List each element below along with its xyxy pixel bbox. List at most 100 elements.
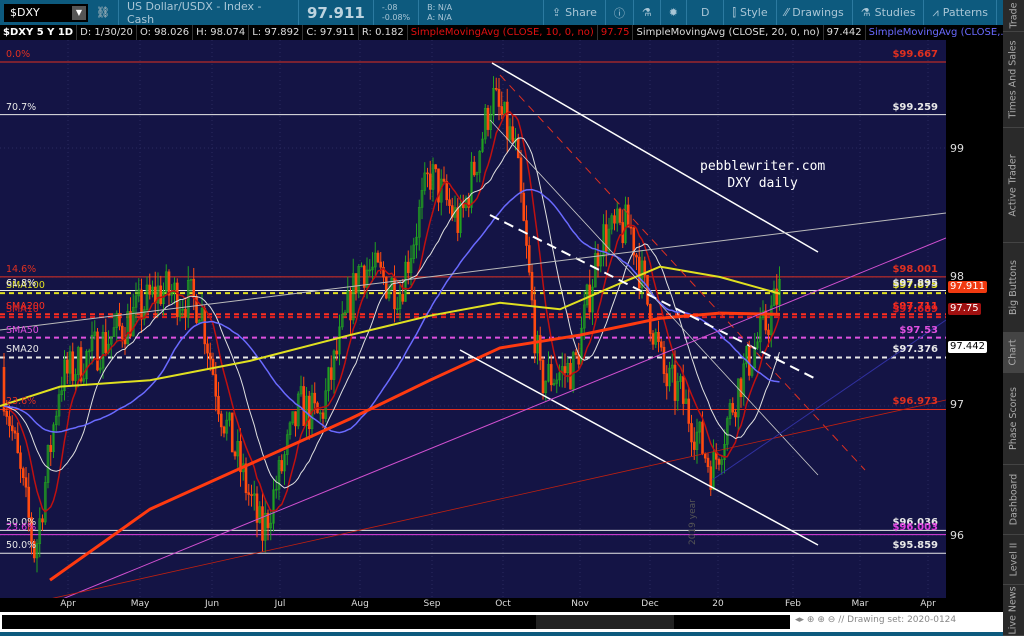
candle-body — [706, 457, 710, 468]
year-label: 2019 year — [688, 499, 698, 545]
candle-body — [703, 453, 707, 459]
zoom-out-icon[interactable]: ⊖ — [828, 615, 836, 625]
tick-97: 97 — [950, 398, 964, 411]
candle-body — [426, 172, 429, 175]
share-label: Share — [565, 6, 597, 19]
candle-body — [307, 395, 311, 430]
sidebar-tab-label: Times And Sales — [1008, 40, 1020, 119]
sma20-study[interactable]: SimpleMovingAvg (CLOSE, 20, 0, no) — [633, 25, 824, 40]
candle-body — [16, 432, 20, 454]
date-label: 20 — [712, 599, 724, 609]
sidebar-tab-big-buttons[interactable]: Big Buttons — [1003, 243, 1024, 333]
chevron-down-icon[interactable]: ▼ — [72, 5, 86, 20]
sidebar-tab-label: Big Buttons — [1008, 260, 1020, 315]
candle-body — [626, 204, 630, 228]
date-label: Apr — [60, 599, 76, 609]
candle-body — [472, 161, 476, 176]
candle-body — [442, 178, 446, 182]
ask: A: N/A — [427, 12, 452, 22]
candle-body — [651, 333, 655, 345]
level-label: 23.6% — [6, 521, 37, 533]
tick-96: 96 — [950, 529, 964, 542]
drawing-icon[interactable]: // — [838, 615, 844, 625]
watermark-line2: DXY daily — [727, 176, 798, 191]
sma20-badge: 97.442 — [948, 341, 987, 353]
bar-close: C: 97.911 — [303, 25, 359, 40]
pan-icon[interactable]: ◂▸ — [795, 615, 804, 625]
sma200-line — [49, 311, 781, 582]
sma20-line — [3, 137, 780, 489]
candle-body — [428, 173, 432, 190]
price-axis[interactable]: 99 98 97 96 97.911 97.75 97.442 — [946, 40, 1003, 612]
sma10-badge: 97.75 — [948, 303, 981, 315]
gear-icon: ✹ — [668, 6, 678, 19]
bar-open: O: 98.026 — [137, 25, 194, 40]
sidebar-tab-label: Live News — [1008, 585, 1019, 635]
date-label: Sep — [423, 599, 441, 609]
scrollbar-thumb[interactable] — [536, 615, 674, 629]
status-strip — [0, 632, 1003, 636]
date-label: Jun — [204, 599, 220, 609]
candle-body — [27, 486, 31, 518]
horizontal-scrollbar[interactable] — [2, 615, 790, 629]
sidebar-tab-times-and-sales[interactable]: Times And Sales — [1003, 32, 1024, 128]
price-chart[interactable]: pebblewriter.com DXY daily 2019 year 0.0… — [0, 40, 946, 598]
candle-body — [255, 493, 259, 523]
candle-body — [533, 299, 537, 354]
level-label: SMA10 — [6, 304, 39, 316]
candle-body — [767, 329, 770, 336]
symbol-selector[interactable]: $DXY ▼ — [4, 3, 88, 22]
candle-body — [588, 284, 592, 313]
candle-body — [19, 452, 22, 469]
zoom-in-icon[interactable]: ⊕ — [817, 615, 825, 625]
share-button[interactable]: ⇪ Share — [542, 0, 605, 25]
drawings-button[interactable]: ⁄⁄ Drawings — [775, 0, 852, 25]
sma50-study[interactable]: SimpleMovingAvg (CLOSE,... — [866, 25, 1003, 40]
candle-body — [120, 325, 124, 340]
sidebar-tab-live-news[interactable]: Live News — [1003, 585, 1024, 636]
drawing-set-label[interactable]: Drawing set: 2020-0124 — [847, 615, 956, 625]
sidebar-tab-trade[interactable]: Trade — [1003, 0, 1024, 32]
link-icon[interactable]: ⛓ — [96, 6, 110, 19]
candle-body — [681, 376, 685, 404]
info-icon: ⓘ — [613, 6, 625, 20]
sidebar-tab-active-trader[interactable]: Active Trader — [1003, 128, 1024, 243]
candle-body — [10, 425, 14, 432]
settings-button[interactable]: ✹ — [659, 0, 686, 25]
candle-body — [486, 107, 490, 130]
sma50-line — [3, 188, 780, 434]
share-icon: ⇪ — [551, 6, 562, 19]
level-price: $96.003 — [892, 521, 938, 533]
date-label: Mar — [851, 599, 869, 609]
sidebar-tab-chart[interactable]: Chart — [1003, 333, 1024, 373]
patterns-button[interactable]: ⩘ Patterns — [923, 0, 996, 25]
candle-body — [41, 518, 44, 523]
candle-body — [731, 403, 735, 413]
level-label: 14.6% — [6, 263, 37, 275]
candle-body — [690, 423, 693, 443]
candle-body — [673, 364, 677, 401]
info-button[interactable]: ⓘ — [604, 0, 633, 25]
flask-button[interactable]: ⚗ — [632, 0, 660, 25]
candle-body — [21, 468, 25, 478]
studies-button[interactable]: ⚗ Studies — [851, 0, 924, 25]
bar-low: L: 97.892 — [249, 25, 304, 40]
date-label: May — [130, 599, 150, 609]
sidebar-tab-phase-scores[interactable]: Phase Scores — [1003, 373, 1024, 465]
candle-body — [635, 254, 638, 258]
channel-lower-line — [459, 349, 819, 546]
sidebar-tab-level-ii[interactable]: Level II — [1003, 535, 1024, 585]
candle-body — [665, 373, 669, 387]
style-button[interactable]: ⫿ Style — [723, 0, 775, 25]
sma10-study[interactable]: SimpleMovingAvg (CLOSE, 10, 0, no) — [408, 25, 598, 40]
watermark-line1: pebblewriter.com — [700, 159, 826, 174]
period-button[interactable]: D — [685, 0, 723, 25]
sidebar-tab-label: Dashboard — [1008, 473, 1020, 526]
candle-body — [613, 215, 616, 224]
candle-body — [549, 364, 553, 386]
candle-body — [329, 367, 333, 380]
crosshair-icon[interactable]: ⊕ — [807, 615, 815, 625]
sidebar-tab-dashboard[interactable]: Dashboard — [1003, 465, 1024, 535]
chart-canvas[interactable] — [0, 40, 946, 598]
date-label: Jul — [274, 599, 286, 609]
